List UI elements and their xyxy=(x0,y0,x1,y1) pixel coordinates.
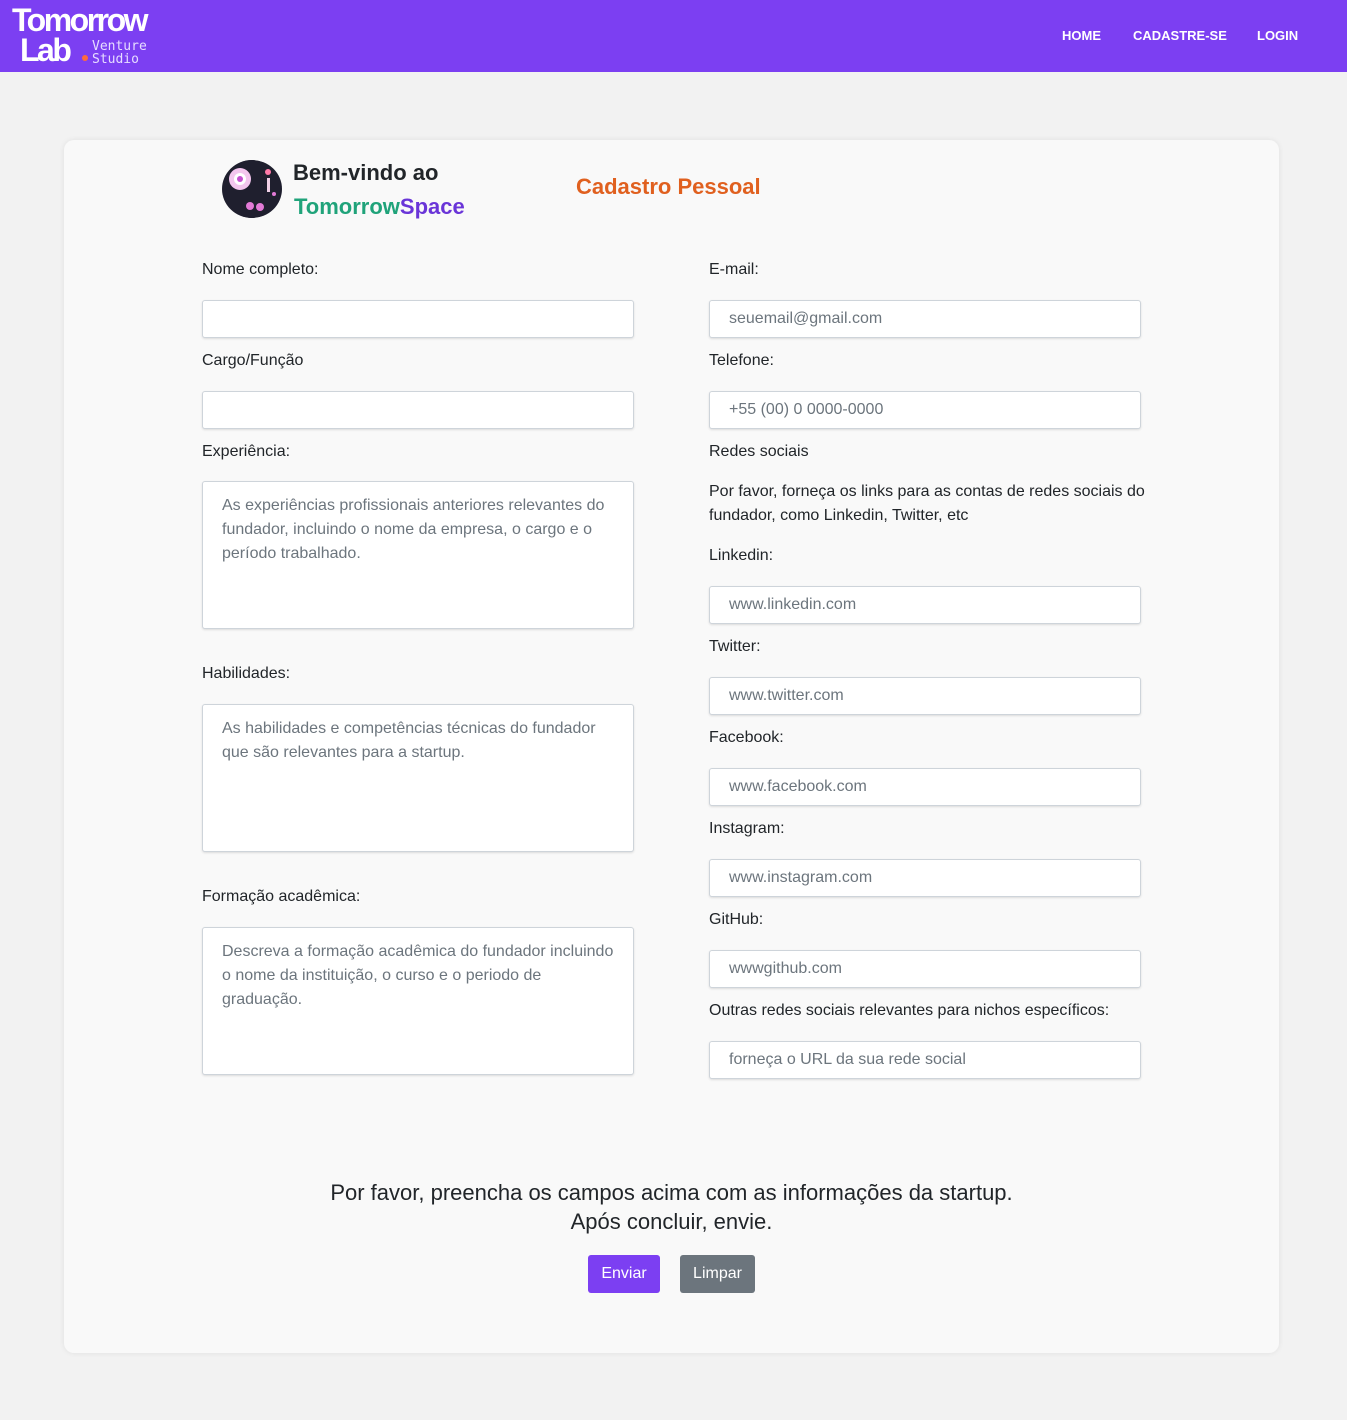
tomorrowspace-part1: Tomorrow xyxy=(294,194,400,219)
tomorrowspace-name: TomorrowSpace xyxy=(294,194,465,220)
welcome-heading: Bem-vindo ao xyxy=(293,160,439,185)
role-input[interactable] xyxy=(202,391,634,429)
nav-home-link[interactable]: HOME xyxy=(1062,28,1101,44)
skills-textarea[interactable] xyxy=(202,704,634,852)
education-label: Formação acadêmica: xyxy=(202,888,361,905)
github-label: GitHub: xyxy=(709,911,764,928)
linkedin-label: Linkedin: xyxy=(709,547,774,564)
clear-button[interactable]: Limpar xyxy=(680,1255,755,1293)
education-textarea[interactable] xyxy=(202,927,634,1075)
full-name-input[interactable] xyxy=(202,300,634,338)
social-networks-label: Redes sociais xyxy=(709,443,809,460)
instructions-line2: Após concluir, envie. xyxy=(570,1209,773,1234)
logo-dot xyxy=(82,55,88,61)
logo-subtext-line2: Studio xyxy=(92,52,139,67)
nav-signup-link[interactable]: CADASTRE-SE xyxy=(1133,28,1227,44)
logo-text-line2: Lab xyxy=(20,32,72,68)
tomorrow-lab-logo[interactable]: Tomorrow Lab Venture Studio xyxy=(12,4,182,68)
instructions-line1: Por favor, preencha os campos acima com … xyxy=(330,1180,1013,1205)
social-networks-description: Por favor, forneça os links para as cont… xyxy=(709,483,1145,524)
other-social-label: Outras redes sociais relevantes para nic… xyxy=(709,1002,1110,1019)
experience-label: Experiência: xyxy=(202,443,291,460)
welcome-illustration xyxy=(222,160,282,218)
facebook-input[interactable] xyxy=(709,768,1141,806)
twitter-label: Twitter: xyxy=(709,638,761,655)
instagram-label: Instagram: xyxy=(709,820,785,837)
other-social-input[interactable] xyxy=(709,1041,1141,1079)
tomorrowspace-part2: Space xyxy=(399,194,465,219)
form-title: Cadastro Pessoal xyxy=(576,174,761,199)
facebook-label: Facebook: xyxy=(709,729,784,746)
github-input[interactable] xyxy=(709,950,1141,988)
submit-button[interactable]: Enviar xyxy=(588,1255,660,1293)
instagram-input[interactable] xyxy=(709,859,1141,897)
top-navbar: Tomorrow Lab Venture Studio HOME CADASTR… xyxy=(0,0,1347,72)
full-name-label: Nome completo: xyxy=(202,261,319,278)
experience-textarea[interactable] xyxy=(202,481,634,629)
role-label: Cargo/Função xyxy=(202,352,304,369)
phone-label: Telefone: xyxy=(709,352,774,369)
email-label: E-mail: xyxy=(709,261,759,278)
email-input[interactable] xyxy=(709,300,1141,338)
twitter-input[interactable] xyxy=(709,677,1141,715)
nav-login-link[interactable]: LOGIN xyxy=(1257,28,1298,44)
linkedin-input[interactable] xyxy=(709,586,1141,624)
phone-input[interactable] xyxy=(709,391,1141,429)
skills-label: Habilidades: xyxy=(202,665,291,682)
